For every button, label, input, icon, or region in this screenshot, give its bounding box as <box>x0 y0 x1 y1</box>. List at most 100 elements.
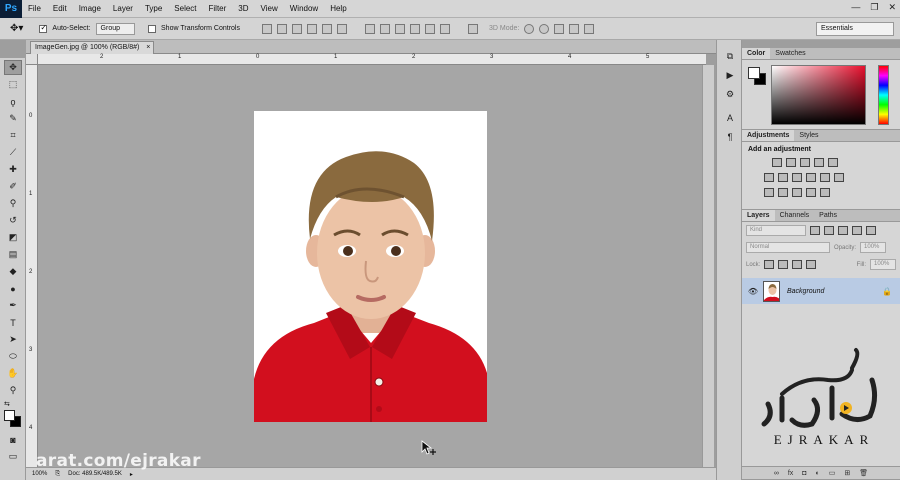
tool-presets-icon[interactable]: ⚙ <box>721 86 739 102</box>
quick-select-tool-icon[interactable]: ✎ <box>4 111 22 126</box>
gradient-tool-icon[interactable]: ▤ <box>4 247 22 262</box>
layer-name[interactable]: Background <box>787 288 882 295</box>
filter-shape-icon[interactable] <box>852 226 862 235</box>
quick-mask-icon[interactable]: ◙ <box>4 432 22 447</box>
menu-window[interactable]: Window <box>284 4 324 13</box>
lock-all-icon[interactable] <box>806 260 817 269</box>
menu-type[interactable]: Type <box>139 4 168 13</box>
document-canvas[interactable] <box>38 65 702 467</box>
lock-transparent-icon[interactable] <box>764 260 775 269</box>
lock-position-icon[interactable] <box>792 260 803 269</box>
vibrance-icon[interactable] <box>828 158 838 167</box>
color-balance-icon[interactable] <box>778 173 788 182</box>
filter-type-icon[interactable] <box>838 226 848 235</box>
selective-color-icon[interactable] <box>820 188 830 197</box>
menu-file[interactable]: File <box>22 4 47 13</box>
photo-boy-portrait[interactable] <box>254 111 487 422</box>
distribute-bottom-icon[interactable] <box>395 23 405 34</box>
swap-colors-icon[interactable]: ⇆ <box>0 400 25 410</box>
path-select-tool-icon[interactable]: ➤ <box>4 332 22 347</box>
close-button[interactable]: ✕ <box>888 2 896 13</box>
color-swatches[interactable] <box>0 410 25 430</box>
tab-styles[interactable]: Styles <box>794 130 823 141</box>
layer-style-icon[interactable]: fx <box>788 470 793 477</box>
eye-icon[interactable]: 👁 <box>746 287 760 296</box>
distribute-vcenter-icon[interactable] <box>380 23 390 34</box>
tab-swatches[interactable]: Swatches <box>770 48 810 59</box>
character-panel-icon[interactable]: A <box>721 110 739 126</box>
3d-slide-icon[interactable] <box>569 23 580 34</box>
hand-tool-icon[interactable]: ✋ <box>4 366 22 381</box>
history-panel-icon[interactable]: ⧉ <box>721 48 739 64</box>
align-hcenter-icon[interactable] <box>322 23 332 34</box>
menu-view[interactable]: View <box>255 4 284 13</box>
close-tab-icon[interactable]: × <box>146 42 150 54</box>
menu-3d[interactable]: 3D <box>232 4 254 13</box>
menu-edit[interactable]: Edit <box>47 4 73 13</box>
auto-select-checkbox[interactable]: ✓ <box>39 23 48 33</box>
layer-lock-icon[interactable]: 🔒 <box>882 287 892 296</box>
new-adjustment-layer-icon[interactable]: ◐ <box>816 470 820 477</box>
panel-foreground-swatch[interactable] <box>748 67 760 79</box>
layer-mask-icon[interactable]: ◘ <box>802 470 806 477</box>
ruler-origin[interactable] <box>26 54 38 65</box>
menu-layer[interactable]: Layer <box>107 4 139 13</box>
healing-brush-tool-icon[interactable]: ✚ <box>4 162 22 177</box>
canvas-vertical-scrollbar[interactable] <box>702 65 714 467</box>
workspace-dropdown[interactable]: Essentials <box>816 22 894 36</box>
minimize-button[interactable]: — <box>851 2 860 13</box>
clone-stamp-tool-icon[interactable]: ⚲ <box>4 196 22 211</box>
foreground-color-swatch[interactable] <box>4 410 15 421</box>
fill-field[interactable]: 100% <box>870 259 896 270</box>
3d-drag-icon[interactable] <box>554 23 565 34</box>
menu-help[interactable]: Help <box>324 4 352 13</box>
type-tool-icon[interactable]: T <box>4 315 22 330</box>
hue-saturation-icon[interactable] <box>764 173 774 182</box>
eyedropper-tool-icon[interactable]: ⟋ <box>4 145 22 160</box>
brush-tool-icon[interactable]: ✐ <box>4 179 22 194</box>
shape-tool-icon[interactable]: ⬭ <box>4 349 22 364</box>
horizontal-ruler[interactable]: 2 1 0 1 2 3 4 5 <box>38 54 706 65</box>
document-tab[interactable]: ImageGen.jpg @ 100% (RGB/8#) × <box>30 41 155 54</box>
lock-image-icon[interactable] <box>778 260 789 269</box>
tab-layers[interactable]: Layers <box>742 210 775 221</box>
lasso-tool-icon[interactable]: ϙ <box>4 94 22 109</box>
threshold-icon[interactable] <box>792 188 802 197</box>
opacity-field[interactable]: 100% <box>860 242 887 253</box>
distribute-right-icon[interactable] <box>440 23 450 34</box>
new-group-icon[interactable]: ▭ <box>829 469 836 477</box>
posterize-icon[interactable] <box>778 188 788 197</box>
zoom-level[interactable]: 100% <box>32 471 47 477</box>
align-top-icon[interactable] <box>262 23 272 34</box>
zoom-tool-icon[interactable]: ⚲ <box>4 383 22 398</box>
tab-adjustments[interactable]: Adjustments <box>742 130 795 141</box>
kind-filter-dropdown[interactable]: Kind <box>746 225 806 236</box>
menu-filter[interactable]: Filter <box>203 4 233 13</box>
restore-button[interactable]: ❐ <box>870 2 878 13</box>
vertical-ruler[interactable]: 0 1 2 3 4 <box>26 65 38 467</box>
filter-smart-icon[interactable] <box>866 226 876 235</box>
screen-mode-icon[interactable]: ▭ <box>4 449 22 464</box>
crop-tool-icon[interactable]: ⌗ <box>4 128 22 143</box>
doc-size[interactable]: Doc: 489.5K/489.5K <box>68 471 122 477</box>
filter-pixel-icon[interactable] <box>810 226 820 235</box>
new-layer-icon[interactable]: ⊞ <box>844 469 850 477</box>
link-layers-icon[interactable]: ∞ <box>774 470 779 477</box>
eraser-tool-icon[interactable]: ◩ <box>4 230 22 245</box>
blur-tool-icon[interactable]: ◆ <box>4 264 22 279</box>
filter-adjustment-icon[interactable] <box>824 226 834 235</box>
move-tool-icon[interactable]: ✥ <box>4 60 22 75</box>
hue-slider[interactable] <box>878 65 889 125</box>
tab-paths[interactable]: Paths <box>814 210 842 221</box>
3d-scale-icon[interactable] <box>584 23 595 34</box>
3d-rotate-icon[interactable] <box>524 23 535 34</box>
align-vcenter-icon[interactable] <box>277 23 287 34</box>
align-bottom-icon[interactable] <box>292 23 302 34</box>
status-menu-icon[interactable]: ▸ <box>130 471 133 478</box>
history-brush-tool-icon[interactable]: ↺ <box>4 213 22 228</box>
transform-controls-checkbox[interactable] <box>148 24 157 33</box>
photo-filter-icon[interactable] <box>806 173 816 182</box>
blend-mode-dropdown[interactable]: Normal <box>746 242 830 253</box>
levels-icon[interactable] <box>786 158 796 167</box>
move-tool-preset-icon[interactable]: ✥▾ <box>10 23 23 34</box>
